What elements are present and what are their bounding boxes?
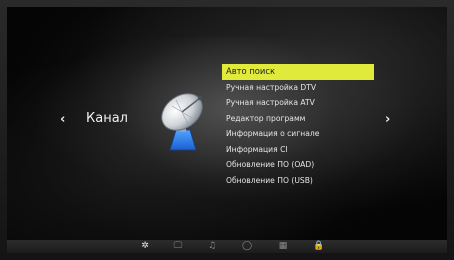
grid-icon[interactable]: ▦ bbox=[275, 240, 291, 253]
channel-menu: Авто поиск Ручная настройка DTV Ручная нас… bbox=[222, 64, 374, 188]
monitor-icon[interactable]: 🖵 bbox=[170, 240, 186, 253]
menu-item[interactable]: Информация CI bbox=[222, 142, 374, 158]
menu-item[interactable]: Ручная настройка ATV bbox=[222, 95, 374, 111]
satellite-dish-icon bbox=[161, 93, 203, 151]
menu-item[interactable]: Авто поиск bbox=[222, 64, 374, 80]
menu-item[interactable]: Обновление ПО (USB) bbox=[222, 173, 374, 189]
menu-item[interactable]: Ручная настройка DTV bbox=[222, 80, 374, 96]
category-title: Канал bbox=[86, 111, 128, 126]
previous-category-arrow-icon[interactable]: ‹ bbox=[60, 112, 65, 127]
menu-item[interactable]: Обновление ПО (OAD) bbox=[222, 157, 374, 173]
menu-item[interactable]: Редактор программ bbox=[222, 111, 374, 127]
music-note-icon[interactable]: ♫ bbox=[204, 240, 220, 253]
bottom-tab-bar: ✲ 🖵 ♫ ◯ ▦ 🔒 bbox=[7, 240, 447, 253]
clock-icon[interactable]: ◯ bbox=[239, 240, 255, 253]
channel-gear-icon[interactable]: ✲ bbox=[137, 240, 153, 253]
menu-item[interactable]: Информация о сигнале bbox=[222, 126, 374, 142]
next-category-arrow-icon[interactable]: › bbox=[385, 112, 390, 127]
lock-icon[interactable]: 🔒 bbox=[311, 240, 327, 253]
